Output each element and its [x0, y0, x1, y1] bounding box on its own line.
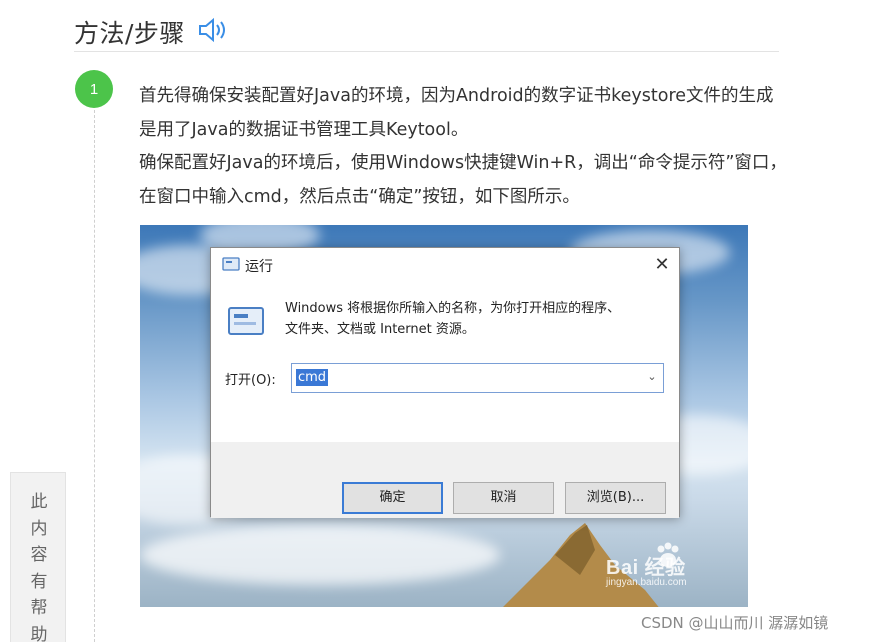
- dialog-description: Windows 将根据你所输入的名称，为你打开相应的程序、 文件夹、文档或 In…: [285, 298, 665, 340]
- ok-button[interactable]: 确定: [342, 482, 443, 514]
- dialog-titlebar: 运行 ✕: [211, 248, 679, 282]
- open-label: 打开(O):: [225, 373, 276, 388]
- speaker-icon[interactable]: [197, 16, 231, 44]
- step-screenshot-image: 运行 ✕ Windows 将根据你所输入的名称，为你打开相应的程序、 文件夹、文…: [140, 225, 748, 607]
- description-line: 文件夹、文档或 Internet 资源。: [285, 322, 475, 337]
- watermark-url: jingyan.baidu.com: [606, 577, 687, 588]
- open-input-value[interactable]: cmd: [296, 369, 329, 386]
- chevron-down-icon[interactable]: ⌄: [645, 370, 659, 384]
- step-timeline: [94, 110, 95, 642]
- csdn-watermark: CSDN @山山而川 潺潺如镜: [641, 614, 829, 632]
- browse-button[interactable]: 浏览(B)...: [565, 482, 666, 514]
- step-paragraph: 确保配置好Java的环境后，使用Windows快捷键Win+R，调出“命令提示符…: [139, 153, 787, 207]
- section-header: 方法/步骤: [74, 10, 779, 52]
- section-title: 方法/步骤: [74, 19, 185, 48]
- step-paragraph: 首先得确保安装配置好Java的环境，因为Android的数字证书keystore…: [139, 86, 774, 140]
- step-number-badge: 1: [75, 70, 113, 108]
- run-icon: [222, 257, 240, 271]
- open-input[interactable]: cmd ⌄: [291, 363, 664, 393]
- watermark-brand: Bai 经验: [606, 557, 686, 579]
- cancel-button[interactable]: 取消: [453, 482, 554, 514]
- dialog-footer: 确定 取消 浏览(B)...: [211, 442, 679, 518]
- step-text: 首先得确保安装配置好Java的环境，因为Android的数字证书keystore…: [139, 80, 789, 214]
- dialog-title: 运行: [245, 259, 273, 275]
- run-program-icon: [228, 307, 264, 335]
- helpful-feedback-tab[interactable]: 此内容有帮助: [10, 472, 66, 642]
- baidu-jingyan-watermark: Bai 经验 jingyan.baidu.com: [606, 541, 736, 597]
- run-dialog: 运行 ✕ Windows 将根据你所输入的名称，为你打开相应的程序、 文件夹、文…: [210, 247, 680, 518]
- close-icon[interactable]: ✕: [647, 252, 677, 278]
- helpful-text: 此内容有帮助: [30, 492, 48, 642]
- description-line: Windows 将根据你所输入的名称，为你打开相应的程序、: [285, 301, 621, 316]
